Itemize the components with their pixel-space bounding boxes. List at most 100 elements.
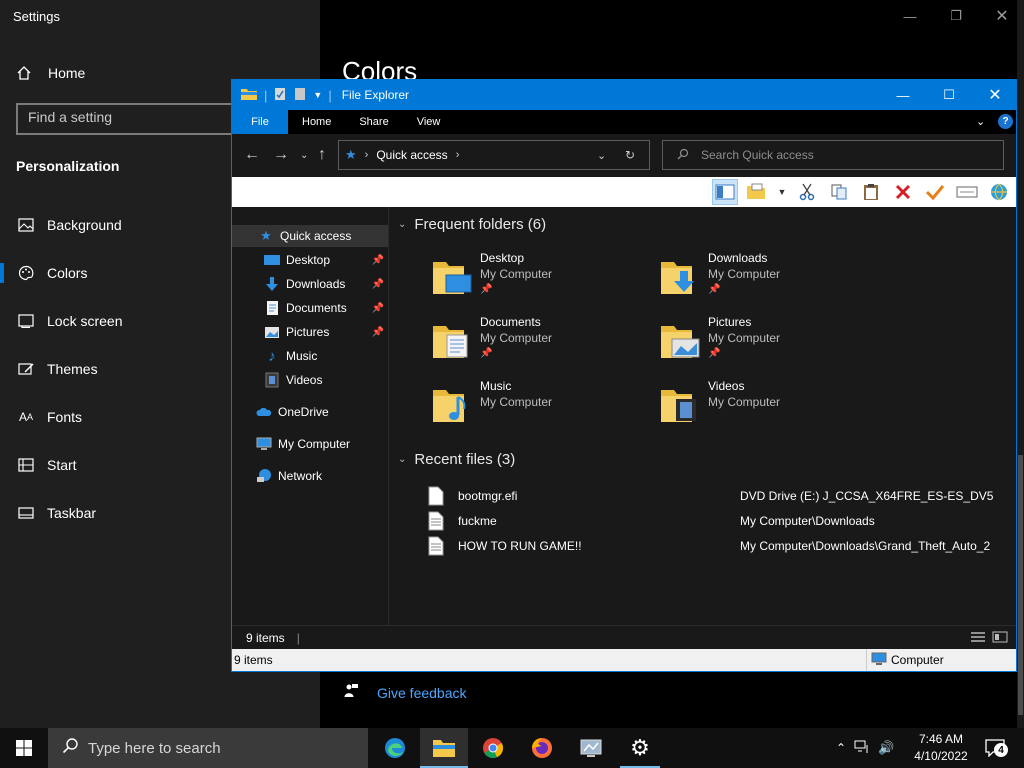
file-explorer-app-button[interactable] (420, 728, 468, 768)
settings-minimize-button[interactable]: — (887, 0, 933, 32)
pin-icon[interactable]: 📌 (372, 327, 384, 338)
pin-icon[interactable]: 📌 (372, 303, 384, 314)
text-file-icon (428, 511, 444, 531)
settings-icon: ⚙ (630, 735, 650, 760)
pin-icon[interactable]: 📌 (372, 255, 384, 266)
content-pane: ⌄ Frequent folders (6) Desktop My Comput… (390, 207, 1016, 625)
quick-access-toolbar: | ▼ | (240, 87, 332, 104)
pin-icon[interactable]: 📌 (480, 348, 492, 359)
tab-view[interactable]: View (403, 110, 455, 134)
give-feedback-link[interactable]: Give feedback (343, 683, 467, 702)
globe-icon[interactable] (986, 179, 1012, 205)
up-arrow-icon[interactable]: ↑ (318, 146, 326, 164)
breadcrumb[interactable]: Quick access (376, 148, 447, 162)
edge-app-button[interactable] (371, 728, 419, 768)
nav-videos[interactable]: Videos (232, 369, 388, 391)
tab-share[interactable]: Share (345, 110, 402, 134)
firefox-app-button[interactable] (518, 728, 566, 768)
refresh-icon[interactable]: ↻ (625, 148, 635, 162)
tab-home[interactable]: Home (288, 110, 345, 134)
pin-icon[interactable]: 📌 (372, 279, 384, 290)
network-status-icon[interactable] (854, 740, 870, 757)
clock[interactable]: 7:46 AM 4/10/2022 (910, 731, 972, 765)
recent-files-header[interactable]: ⌄ Recent files (3) (398, 451, 515, 468)
paste-icon[interactable] (858, 179, 884, 205)
address-dropdown-icon[interactable]: ⌄ (597, 149, 606, 162)
nav-onedrive[interactable]: OneDrive (232, 401, 388, 423)
home-label: Home (48, 65, 86, 81)
action-center-button[interactable]: 4 (980, 728, 1010, 768)
section-heading: Personalization (16, 158, 120, 174)
nav-label: Quick access (280, 229, 352, 243)
downloads-folder-icon (661, 262, 694, 294)
folder-name: Videos (708, 379, 745, 393)
pin-icon[interactable]: 📌 (708, 348, 720, 359)
item-count: 9 items (234, 653, 273, 667)
folder-tile-music[interactable]: Music My Computer (432, 379, 642, 435)
minimize-button[interactable]: — (880, 80, 926, 110)
recent-locations-chevron-icon[interactable]: ⌄ (300, 150, 308, 161)
taskbar-icon (16, 503, 36, 523)
download-icon (264, 276, 280, 292)
folder-tile-desktop[interactable]: Desktop My Computer 📌 (432, 251, 642, 307)
recent-file-row[interactable]: bootmgr.efi DVD Drive (E:) J_CCSA_X64FRE… (428, 485, 998, 507)
folder-tile-documents[interactable]: Documents My Computer 📌 (432, 315, 642, 371)
chevron-up-icon[interactable]: ⌃ (836, 741, 846, 755)
checkmark-icon[interactable] (922, 179, 948, 205)
nav-quick-access[interactable]: ★ Quick access (232, 225, 388, 247)
folder-tile-pictures[interactable]: Pictures My Computer 📌 (660, 315, 870, 371)
maximize-button[interactable]: ☐ (926, 80, 972, 110)
copy-icon[interactable] (826, 179, 852, 205)
view-dropdown-icon[interactable]: ▼ (776, 179, 788, 205)
folder-tile-videos[interactable]: Videos My Computer (660, 379, 870, 435)
tab-file[interactable]: File (232, 110, 288, 134)
notification-count-badge: 4 (994, 743, 1008, 757)
recent-file-row[interactable]: fuckme My Computer\Downloads (428, 510, 998, 532)
layout-folder-icon[interactable] (744, 179, 770, 205)
close-button[interactable]: ✕ (972, 80, 1018, 110)
section-label: Recent files (3) (414, 451, 516, 468)
volume-icon[interactable]: 🔊 (878, 740, 894, 756)
navigation-pane-icon[interactable] (712, 179, 738, 205)
explorer-titlebar[interactable]: | ▼ | File Explorer — ☐ ✕ (232, 80, 1016, 110)
scrollbar-thumb[interactable] (1018, 455, 1023, 715)
music-icon: ♪ (268, 347, 276, 365)
control-panel-app-button[interactable] (567, 728, 615, 768)
taskbar: Type here to search ⚙ ⌃ 🔊 7:46 AM 4/10/2… (0, 728, 1024, 768)
nav-music[interactable]: ♪ Music (232, 345, 388, 367)
chrome-app-button[interactable] (469, 728, 517, 768)
chevron-down-icon[interactable]: ▼ (313, 90, 322, 100)
frequent-folders-header[interactable]: ⌄ Frequent folders (6) (398, 216, 546, 233)
details-view-icon[interactable] (970, 631, 986, 646)
nav-documents[interactable]: Documents 📌 (232, 297, 388, 319)
nav-desktop[interactable]: Desktop 📌 (232, 249, 388, 271)
taskbar-search-box[interactable]: Type here to search (48, 728, 368, 768)
search-input[interactable]: Search Quick access (662, 140, 1004, 170)
settings-scrollbar[interactable] (1017, 0, 1024, 728)
nav-network[interactable]: Network (232, 465, 388, 487)
back-arrow-icon[interactable]: ← (244, 146, 260, 164)
large-icons-view-icon[interactable] (992, 631, 1008, 646)
new-folder-icon[interactable] (293, 87, 307, 104)
pin-icon[interactable]: 📌 (708, 284, 720, 295)
start-button[interactable] (0, 728, 48, 768)
nav-my-computer[interactable]: My Computer (232, 433, 388, 455)
settings-maximize-button[interactable]: ❐ (933, 0, 979, 32)
expand-ribbon-icon[interactable]: ⌄ (976, 115, 985, 128)
nav-pictures[interactable]: Pictures 📌 (232, 321, 388, 343)
properties-icon[interactable] (273, 87, 287, 104)
command-toolbar: ▼ (232, 177, 1016, 207)
cut-icon[interactable] (794, 179, 820, 205)
help-icon[interactable]: ? (998, 114, 1013, 129)
rename-icon[interactable] (954, 179, 980, 205)
pin-icon[interactable]: 📌 (480, 284, 492, 295)
recent-file-row[interactable]: HOW TO RUN GAME!! My Computer\Downloads\… (428, 535, 998, 557)
settings-app-button[interactable]: ⚙ (616, 728, 664, 768)
delete-icon[interactable] (890, 179, 916, 205)
nav-downloads[interactable]: Downloads 📌 (232, 273, 388, 295)
address-bar[interactable]: ★ › Quick access › ⌄ ↻ (338, 140, 650, 170)
forward-arrow-icon[interactable]: → (273, 146, 289, 164)
windows-logo-icon (16, 740, 32, 756)
breadcrumb-chevron-icon[interactable]: › (456, 149, 460, 161)
folder-tile-downloads[interactable]: Downloads My Computer 📌 (660, 251, 870, 307)
